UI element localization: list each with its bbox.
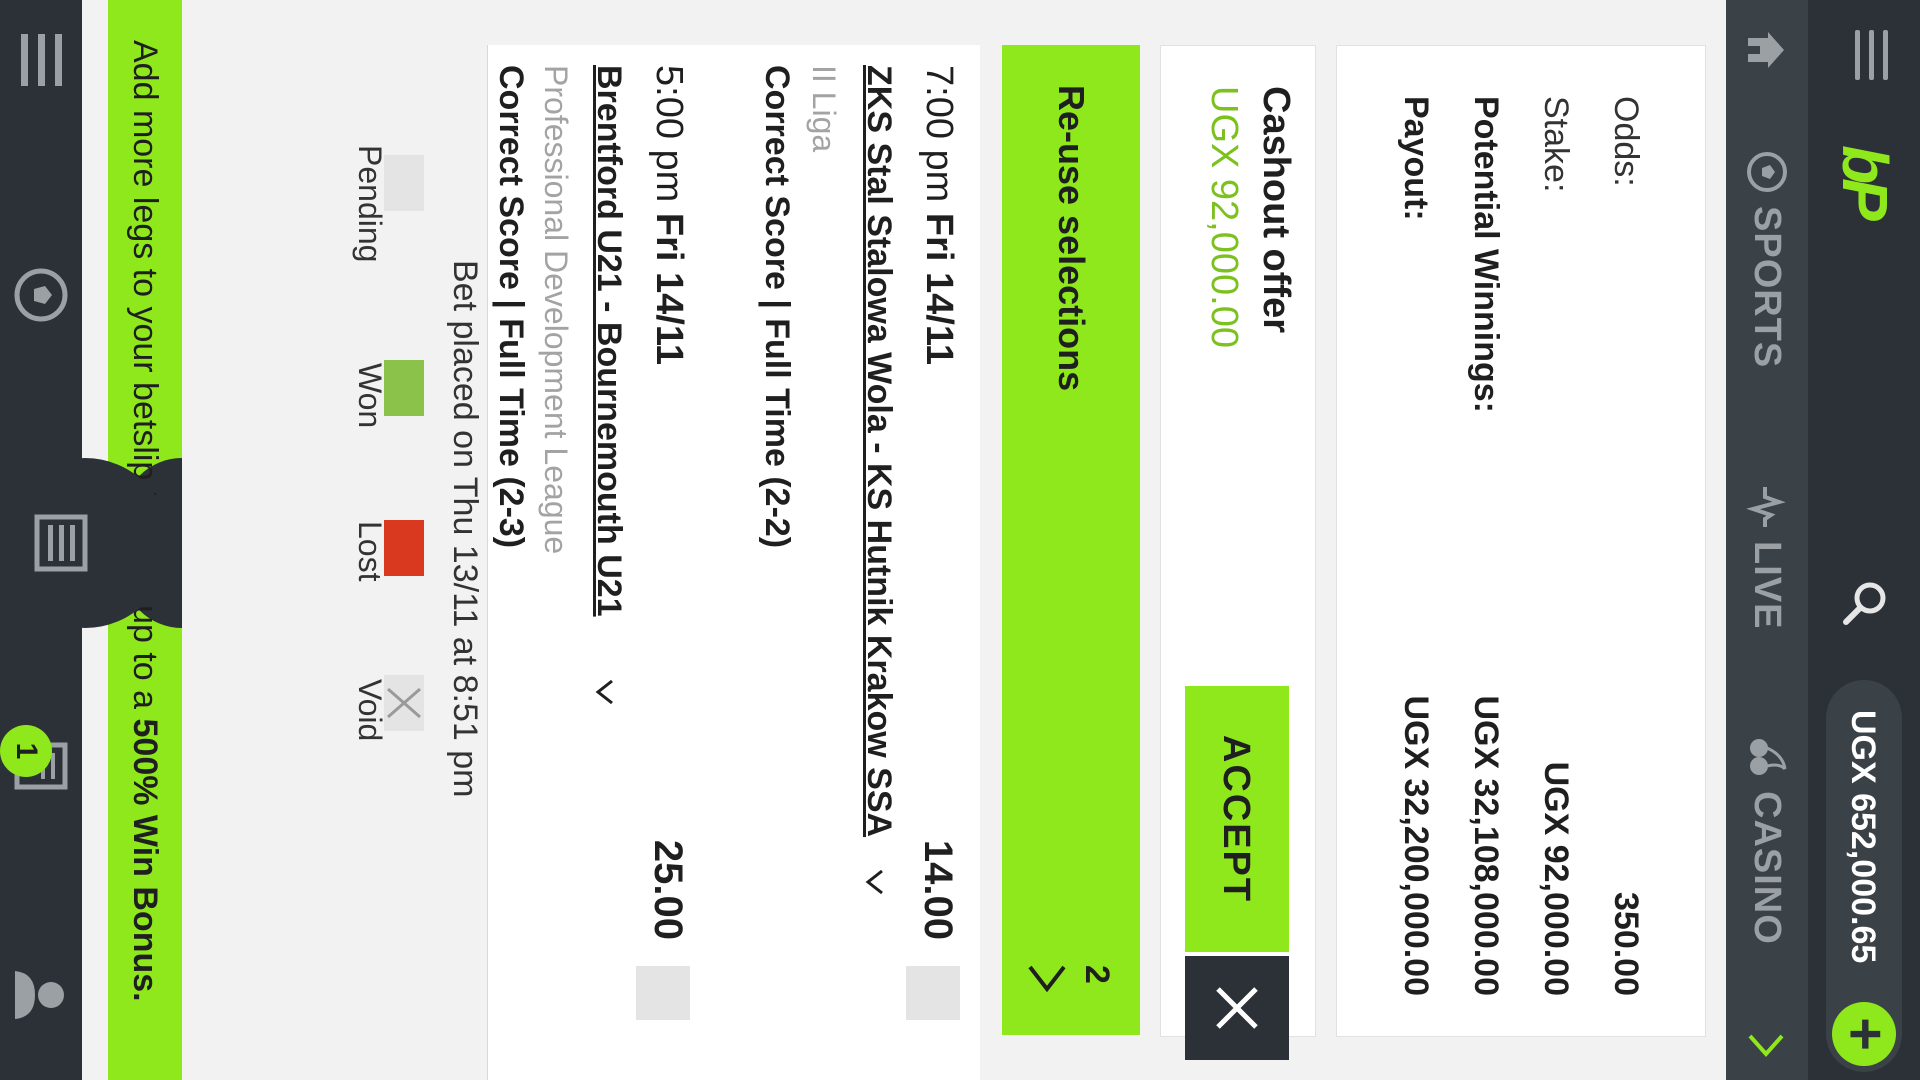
nav-bar: SPORTS LIVE CASINO [1726,0,1808,1080]
odds-value: 350.00 [1607,892,1645,996]
payout-label: Payout: [1397,96,1435,221]
dismiss-cashout-button[interactable] [1185,956,1289,1060]
selection-date: Fri 14/11 [648,212,690,365]
selection-date: Fri 14/11 [918,212,960,365]
bet-detail-content: Odds: 350.00 Stake: UGX 92,000.00 Potent… [0,0,1726,1080]
selection-kickoff: 5:00 pm Fri 14/11 [647,65,690,365]
nav-live-label: LIVE [1746,541,1789,630]
cherries-icon [1750,739,1787,775]
legend-lost-swatch [384,520,424,576]
win-bonus-text-start: Add more legs to your betslip to earn up… [126,40,164,719]
user-icon [15,971,64,1019]
selection-match-link[interactable]: Brentford U21 - Bournemouth U21 [589,65,628,617]
reuse-selections-label: Re-use selections [1051,85,1092,392]
bet-placed-timestamp: Bet placed on Thu 13/11 at 8:51 pm [446,260,484,798]
nav-sports-label: SPORTS [1746,206,1789,369]
selection-kickoff: 7:00 pm Fri 14/11 [917,65,960,365]
selection-item: 5:00 pm Fri 14/11 25.00 Brentford U21 - … [487,45,710,1080]
menu-icon[interactable] [1840,30,1888,80]
bottom-sports-button[interactable] [0,235,82,355]
reuse-selections-button[interactable]: Re-use selections 2 [1002,45,1140,1035]
bottom-nav-bar: 1 [0,0,170,1080]
soccer-ball-icon [14,268,68,322]
bottom-menu-button[interactable] [0,0,82,120]
live-pulse-icon [1746,487,1786,527]
close-icon [1216,987,1258,1029]
legend-lost-label: Lost [352,521,388,582]
nav-live[interactable]: LIVE [1744,485,1790,629]
selection-odds: 14.00 [916,839,960,940]
balance-amount: UGX 652,000.65 [1844,710,1882,964]
menu-icon [21,34,62,86]
selection-league: Professional Development League [538,65,574,555]
void-x-icon [387,687,421,719]
stake-label: Stake: [1537,96,1575,193]
legend-pending-label: Pending [352,145,388,263]
cashout-card: Cashout offer UGX 92,000.00 ACCEPT [1160,45,1316,1060]
potential-winnings-label: Potential Winnings: [1467,96,1505,414]
selection-item: 7:00 pm Fri 14/11 14.00 ZKS Stal Stalowa… [709,45,980,1080]
payout-value: UGX 32,200,000.00 [1397,695,1435,996]
selection-time: 7:00 pm [918,65,960,203]
betslip-list-icon [34,514,88,572]
chevron-right-icon[interactable] [1746,1030,1786,1060]
win-bonus-text-bold: 500% Win Bonus. [126,718,164,1002]
deposit-plus-icon[interactable]: + [1832,1002,1898,1066]
brand-logo[interactable]: bP [1828,145,1902,215]
search-icon[interactable] [1840,578,1890,628]
app-screen: bP UGX 652,000.65 + SPORTS LIVE CASINO O… [0,0,1920,1080]
legend-won-swatch [384,360,424,416]
accept-cashout-button[interactable]: ACCEPT [1185,686,1289,952]
potential-winnings-value: UGX 32,108,000.00 [1467,695,1505,996]
nav-sports[interactable]: SPORTS [1744,150,1790,368]
stake-value: UGX 92,000.00 [1537,761,1575,996]
selection-match-link[interactable]: ZKS Stal Stalowa Wola - KS Hutnik Krakow… [859,65,898,837]
chevron-down-icon[interactable] [582,677,622,707]
legend-void-swatch [384,675,424,731]
chevron-right-icon [1028,965,1066,993]
bet-summary-card: Odds: 350.00 Stake: UGX 92,000.00 Potent… [1336,45,1706,1037]
soccer-ball-icon [1747,152,1787,192]
selection-market: Correct Score | Full Time (2-3) [492,65,530,549]
selection-status-pending [906,966,960,1020]
cashout-amount: UGX 92,000.00 [1203,86,1245,348]
selection-status-pending [636,966,690,1020]
betslip-count-badge: 1 [0,725,52,777]
nav-casino-label: CASINO [1746,791,1789,945]
legend-void-label: Void [352,679,388,742]
legend-won-label: Won [352,363,388,429]
legend-pending-swatch [384,155,424,211]
selection-time: 5:00 pm [648,65,690,203]
bottom-betslip-button[interactable]: 1 [0,705,82,825]
selection-odds: 25.00 [646,839,690,940]
chevron-down-icon[interactable] [852,867,892,897]
cashout-label: Cashout offer [1255,86,1297,333]
bottom-mybets-button[interactable] [20,483,102,603]
odds-label: Odds: [1607,96,1645,187]
nav-casino[interactable]: CASINO [1744,735,1790,945]
home-icon[interactable] [1744,28,1788,72]
top-bar: bP UGX 652,000.65 + [1808,0,1920,1080]
selection-league: II Liga [806,65,842,153]
balance-pill[interactable]: UGX 652,000.65 + [1826,680,1902,1072]
selections-count: 2 [1078,965,1116,984]
selection-market: Correct Score | Full Time (2-2) [758,65,796,549]
bottom-account-button[interactable] [0,935,82,1055]
